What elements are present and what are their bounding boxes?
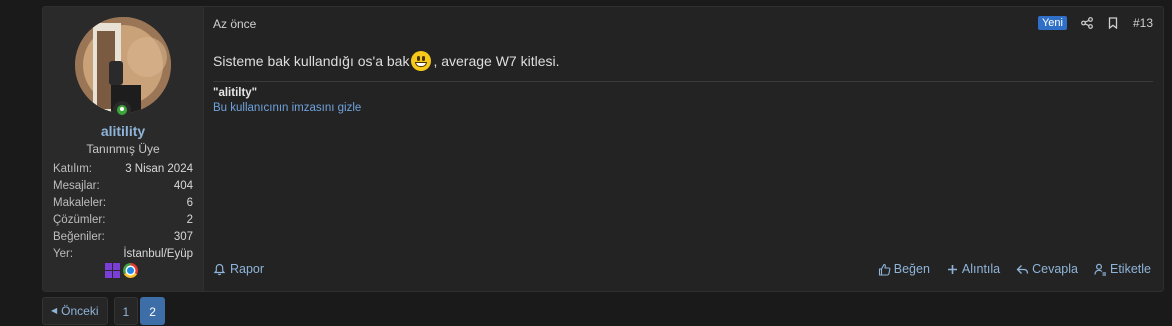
stat-value[interactable]: İstanbul/Eyüp bbox=[123, 246, 193, 263]
previous-page-button[interactable]: ◀ Önceki bbox=[42, 297, 108, 325]
reply-label: Cevapla bbox=[1032, 262, 1078, 276]
chevron-left-icon: ◀ bbox=[51, 306, 58, 315]
report-button[interactable]: Rapor bbox=[213, 262, 264, 276]
user-tag-icon bbox=[1094, 263, 1106, 276]
plus-icon bbox=[947, 264, 957, 274]
stat-location: Yer: İstanbul/Eyüp bbox=[53, 246, 193, 263]
stat-solutions: Çözümler: 2 bbox=[53, 212, 193, 229]
like-button[interactable]: Beğen bbox=[878, 262, 930, 276]
grinning-emoji-icon bbox=[411, 51, 432, 71]
stat-value[interactable]: 2 bbox=[187, 212, 193, 229]
post-footer-actions: Beğen Alıntıla Cevapla Etiketle bbox=[878, 262, 1151, 276]
page-link[interactable]: 1 bbox=[113, 297, 139, 325]
reply-arrow-icon bbox=[1016, 264, 1029, 274]
user-stats: Katılım: 3 Nisan 2024 Mesajlar: 404 Maka… bbox=[53, 161, 193, 263]
os-icons bbox=[105, 263, 138, 278]
bell-icon bbox=[213, 263, 226, 275]
chrome-icon bbox=[123, 263, 138, 278]
like-label: Beğen bbox=[893, 262, 930, 276]
previous-label: Önceki bbox=[61, 304, 99, 318]
stat-join-date: Katılım: 3 Nisan 2024 bbox=[53, 161, 193, 178]
tag-label: Etiketle bbox=[1110, 262, 1151, 276]
hide-signature-link[interactable]: Bu kullanıcının imzasını gizle bbox=[213, 102, 361, 114]
avatar[interactable] bbox=[75, 17, 171, 113]
bookmark-icon[interactable] bbox=[1107, 17, 1119, 29]
user-title: Tanınmış Üye bbox=[86, 142, 160, 156]
signature: "alitilty" Bu kullanıcının imzasını gizl… bbox=[213, 87, 361, 114]
tag-button[interactable]: Etiketle bbox=[1094, 262, 1151, 276]
share-icon[interactable] bbox=[1081, 17, 1093, 29]
user-info-panel: alitility Tanınmış Üye Katılım: 3 Nisan … bbox=[43, 7, 204, 291]
stat-likes: Beğeniler: 307 bbox=[53, 229, 193, 246]
stat-label: Makaleler: bbox=[53, 197, 107, 209]
new-badge: Yeni bbox=[1037, 16, 1067, 30]
post-message: Sisteme bak kullandığı os'a bak , averag… bbox=[213, 51, 560, 71]
stat-value: 307 bbox=[173, 231, 193, 243]
message-text-end: , average W7 kitlesi. bbox=[433, 53, 560, 69]
page-link-current[interactable]: 2 bbox=[140, 297, 165, 325]
post-container: alitility Tanınmış Üye Katılım: 3 Nisan … bbox=[42, 6, 1164, 292]
avatar-image bbox=[75, 17, 171, 113]
stat-value: 3 Nisan 2024 bbox=[125, 163, 193, 175]
stat-label: Mesajlar: bbox=[53, 180, 100, 192]
post-number-link[interactable]: #13 bbox=[1133, 16, 1153, 30]
post-header-actions: Yeni #13 bbox=[1037, 16, 1153, 30]
thumbs-up-icon bbox=[878, 263, 891, 276]
stat-value[interactable]: 6 bbox=[187, 195, 193, 212]
signature-divider bbox=[213, 81, 1153, 82]
signature-text: "alitilty" bbox=[213, 87, 258, 99]
reply-button[interactable]: Cevapla bbox=[1016, 262, 1078, 276]
pagination: ◀ Önceki 1 2 bbox=[42, 297, 165, 325]
username-link[interactable]: alitility bbox=[43, 123, 203, 139]
report-label: Rapor bbox=[230, 262, 265, 276]
stat-label: Katılım: bbox=[53, 163, 92, 175]
stat-label: Beğeniler: bbox=[53, 231, 105, 243]
message-text: Sisteme bak kullandığı os'a bak bbox=[213, 53, 410, 69]
stat-label: Çözümler: bbox=[53, 214, 106, 226]
stat-label: Yer: bbox=[53, 248, 74, 260]
online-status-icon bbox=[113, 101, 131, 119]
windows-icon bbox=[105, 263, 120, 278]
post-main: Az önce Yeni #13 Sisteme bak kullandığı … bbox=[213, 7, 1163, 291]
stat-articles: Makaleler: 6 bbox=[53, 195, 193, 212]
stat-value[interactable]: 404 bbox=[174, 178, 193, 195]
quote-label: Alıntıla bbox=[961, 262, 1001, 276]
post-time-link[interactable]: Az önce bbox=[213, 17, 256, 31]
quote-button[interactable]: Alıntıla bbox=[946, 262, 1000, 276]
stat-messages: Mesajlar: 404 bbox=[53, 178, 193, 195]
